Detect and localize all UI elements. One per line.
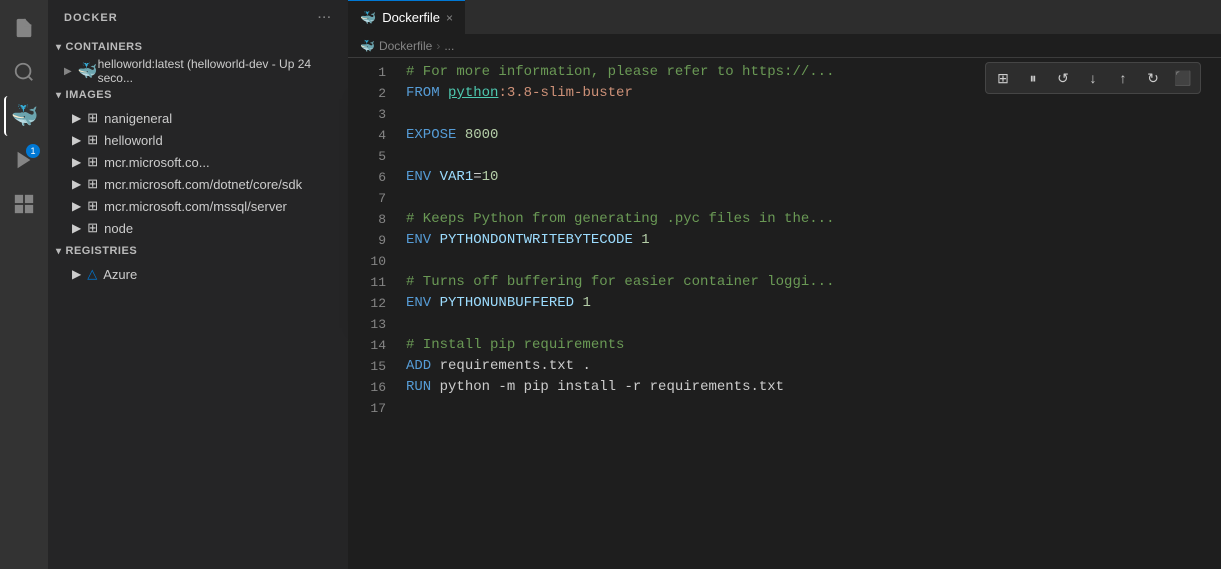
code-editor: 12345 678910 1112131415 1617 # For more … [348,58,1221,569]
tab-close-button[interactable]: × [446,11,453,25]
registry-expand-icon: ▶ [72,267,81,281]
tab-dockerfile[interactable]: 🐳 Dockerfile × [348,0,465,35]
code-line-4: EXPOSE 8000 [398,125,1221,146]
run-badge: 1 [26,144,40,158]
sidebar: DOCKER ··· ▾ CONTAINERS ▶ 🐳 helloworld:l… [48,0,348,569]
images-section-header[interactable]: ▾ IMAGES [48,83,348,107]
extensions-icon[interactable] [4,184,44,224]
containers-chevron: ▾ [56,42,62,53]
activity-bar: 🐳 1 [0,0,48,569]
image-mcr-mssql[interactable]: ▶ ⊞ mcr.microsoft.com/mssql/server [48,195,348,217]
breadcrumb-docker-icon: 🐳 [360,39,375,53]
files-icon[interactable] [4,8,44,48]
sidebar-title: DOCKER ··· [48,0,348,35]
image-icon-helloworld: ▶ [72,133,81,147]
toolbar-grid-button[interactable]: ⊞ [990,65,1016,91]
image-helloworld[interactable]: ▶ ⊞ helloworld [48,129,348,151]
tab-docker-icon: 🐳 [360,10,376,26]
float-toolbar: ⊞ ⏸ ↺ ↓ ↑ ↻ ⬛ [985,62,1201,94]
editor-container: 🐳 Dockerfile × 🐳 Dockerfile › ... ⊞ ⏸ ↺ … [348,0,1221,569]
code-line-16: RUN python -m pip install -r requirement… [398,377,1221,398]
code-line-12: ENV PYTHONUNBUFFERED 1 [398,293,1221,314]
azure-icon: △ [87,266,97,282]
toolbar-refresh-button[interactable]: ↻ [1140,65,1166,91]
image-grid-mcr1: ⊞ [87,154,98,170]
code-line-3 [398,104,1221,125]
images-chevron: ▾ [56,90,62,101]
image-icon-nanigeneral: ▶ [72,111,81,125]
toolbar-upload-button[interactable]: ↑ [1110,65,1136,91]
toolbar-stop-button[interactable]: ⬛ [1170,65,1196,91]
code-line-9: ENV PYTHONDONTWRITEBYTECODE 1 [398,230,1221,251]
toolbar-restart-button[interactable]: ↺ [1050,65,1076,91]
image-grid-mssql: ⊞ [87,198,98,214]
breadcrumb-sep1: › [436,39,440,53]
container-play-icon: ▶ [64,66,72,77]
container-label: helloworld:latest (helloworld-dev - Up 2… [98,57,340,85]
code-line-14: # Install pip requirements [398,335,1221,356]
registries-section-header[interactable]: ▾ REGISTRIES [48,239,348,263]
sidebar-actions: ··· [318,12,332,24]
image-icon-node: ▶ [72,221,81,235]
image-node[interactable]: ▶ ⊞ node [48,217,348,239]
breadcrumb: 🐳 Dockerfile › ... [348,35,1221,58]
registries-chevron: ▾ [56,246,62,257]
image-mcr1[interactable]: ▶ ⊞ mcr.microsoft.co... [48,151,348,173]
image-grid-nanigeneral: ⊞ [87,110,98,126]
container-helloworld[interactable]: ▶ 🐳 helloworld:latest (helloworld-dev - … [48,59,348,83]
toolbar-pause-button[interactable]: ⏸ [1020,65,1046,91]
search-icon[interactable] [4,52,44,92]
registry-azure[interactable]: ▶ △ Azure [48,263,348,285]
containers-section-header[interactable]: ▾ CONTAINERS [48,35,348,59]
code-line-7 [398,188,1221,209]
tab-bar: 🐳 Dockerfile × [348,0,1221,35]
image-icon-mcr1: ▶ [72,155,81,169]
image-nanigeneral[interactable]: ▶ ⊞ nanigeneral [48,107,348,129]
code-line-13 [398,314,1221,335]
code-line-5 [398,146,1221,167]
line-numbers: 12345 678910 1112131415 1617 [348,58,398,569]
editor-area: 🐳 Dockerfile × 🐳 Dockerfile › ... ⊞ ⏸ ↺ … [348,0,1221,569]
toolbar-download-button[interactable]: ↓ [1080,65,1106,91]
code-line-6: ENV VAR1=10 [398,167,1221,188]
image-icon-mssql: ▶ [72,199,81,213]
code-line-11: # Turns off buffering for easier contain… [398,272,1221,293]
image-mcr2[interactable]: ▶ ⊞ mcr.microsoft.com/dotnet/core/sdk [48,173,348,195]
code-line-8: # Keeps Python from generating .pyc file… [398,209,1221,230]
sidebar-more-icon[interactable]: ··· [318,12,332,24]
image-icon-mcr2: ▶ [72,177,81,191]
image-grid-helloworld: ⊞ [87,132,98,148]
docker-icon[interactable]: 🐳 [4,96,44,136]
code-line-17 [398,398,1221,419]
container-docker-icon: 🐳 [78,61,98,81]
image-grid-mcr2: ⊞ [87,176,98,192]
run-debug-icon[interactable]: 1 [4,140,44,180]
code-lines: # For more information, please refer to … [398,58,1221,569]
code-line-10 [398,251,1221,272]
image-grid-node: ⊞ [87,220,98,236]
code-line-15: ADD requirements.txt . [398,356,1221,377]
